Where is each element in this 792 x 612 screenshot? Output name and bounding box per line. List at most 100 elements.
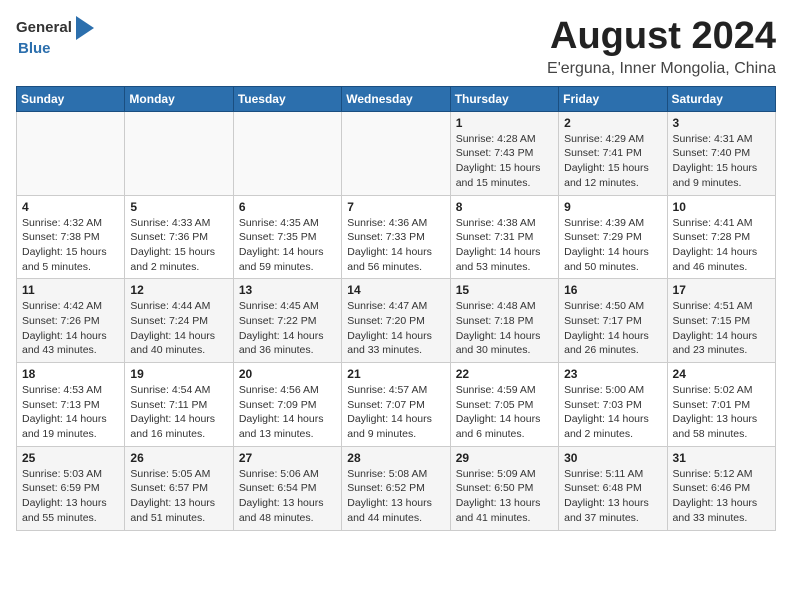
calendar-cell: 22 Sunrise: 4:59 AMSunset: 7:05 PMDayligh…	[450, 363, 558, 447]
calendar-week-row: 11 Sunrise: 4:42 AMSunset: 7:26 PMDayligh…	[17, 279, 776, 363]
day-number: 2	[564, 116, 661, 130]
day-info: Sunrise: 5:00 AMSunset: 7:03 PMDaylight:…	[564, 383, 661, 442]
day-number: 28	[347, 451, 444, 465]
column-header-wednesday: Wednesday	[342, 86, 450, 111]
page-header: General Blue August 2024 E'erguna, Inner…	[16, 16, 776, 78]
calendar-week-row: 25 Sunrise: 5:03 AMSunset: 6:59 PMDayligh…	[17, 446, 776, 530]
logo-arrow-icon	[76, 16, 94, 40]
calendar-cell	[342, 111, 450, 195]
day-number: 14	[347, 283, 444, 297]
calendar-cell: 29 Sunrise: 5:09 AMSunset: 6:50 PMDayligh…	[450, 446, 558, 530]
day-number: 24	[673, 367, 770, 381]
calendar-cell: 5 Sunrise: 4:33 AMSunset: 7:36 PMDaylight…	[125, 195, 233, 279]
day-info: Sunrise: 5:12 AMSunset: 6:46 PMDaylight:…	[673, 467, 770, 526]
day-info: Sunrise: 4:28 AMSunset: 7:43 PMDaylight:…	[456, 132, 553, 191]
day-number: 18	[22, 367, 119, 381]
day-number: 23	[564, 367, 661, 381]
calendar-cell: 12 Sunrise: 4:44 AMSunset: 7:24 PMDayligh…	[125, 279, 233, 363]
calendar-cell: 27Sunrise: 5:06 AMSunset: 6:54 PMDayligh…	[233, 446, 341, 530]
column-header-friday: Friday	[559, 86, 667, 111]
day-number: 20	[239, 367, 336, 381]
calendar-cell: 8Sunrise: 4:38 AMSunset: 7:31 PMDaylight…	[450, 195, 558, 279]
column-header-monday: Monday	[125, 86, 233, 111]
logo-general-text: General	[16, 19, 72, 37]
calendar-cell: 4 Sunrise: 4:32 AMSunset: 7:38 PMDaylight…	[17, 195, 125, 279]
day-info: Sunrise: 4:53 AMSunset: 7:13 PMDaylight:…	[22, 383, 119, 442]
day-number: 8	[456, 200, 553, 214]
calendar-header-row: SundayMondayTuesdayWednesdayThursdayFrid…	[17, 86, 776, 111]
day-info: Sunrise: 5:06 AMSunset: 6:54 PMDaylight:…	[239, 467, 336, 526]
day-info: Sunrise: 4:54 AMSunset: 7:11 PMDaylight:…	[130, 383, 227, 442]
calendar-cell: 23 Sunrise: 5:00 AMSunset: 7:03 PMDayligh…	[559, 363, 667, 447]
calendar-cell: 18 Sunrise: 4:53 AMSunset: 7:13 PMDayligh…	[17, 363, 125, 447]
calendar-cell: 10 Sunrise: 4:41 AMSunset: 7:28 PMDayligh…	[667, 195, 775, 279]
calendar-cell: 19 Sunrise: 4:54 AMSunset: 7:11 PMDayligh…	[125, 363, 233, 447]
day-number: 25	[22, 451, 119, 465]
day-info: Sunrise: 4:56 AMSunset: 7:09 PMDaylight:…	[239, 383, 336, 442]
day-number: 22	[456, 367, 553, 381]
calendar-cell: 6 Sunrise: 4:35 AMSunset: 7:35 PMDaylight…	[233, 195, 341, 279]
calendar-cell: 9 Sunrise: 4:39 AMSunset: 7:29 PMDaylight…	[559, 195, 667, 279]
day-info: Sunrise: 4:47 AMSunset: 7:20 PMDaylight:…	[347, 299, 444, 358]
day-info: Sunrise: 4:41 AMSunset: 7:28 PMDaylight:…	[673, 216, 770, 275]
day-info: Sunrise: 4:31 AMSunset: 7:40 PMDaylight:…	[673, 132, 770, 191]
day-info: Sunrise: 4:50 AMSunset: 7:17 PMDaylight:…	[564, 299, 661, 358]
day-number: 31	[673, 451, 770, 465]
day-info: Sunrise: 4:44 AMSunset: 7:24 PMDaylight:…	[130, 299, 227, 358]
calendar-cell: 31 Sunrise: 5:12 AMSunset: 6:46 PMDayligh…	[667, 446, 775, 530]
day-number: 30	[564, 451, 661, 465]
calendar-subtitle: E'erguna, Inner Mongolia, China	[547, 60, 776, 78]
calendar-cell: 30Sunrise: 5:11 AMSunset: 6:48 PMDayligh…	[559, 446, 667, 530]
calendar-cell: 14 Sunrise: 4:47 AMSunset: 7:20 PMDayligh…	[342, 279, 450, 363]
day-number: 19	[130, 367, 227, 381]
logo: General Blue	[16, 16, 94, 58]
day-number: 16	[564, 283, 661, 297]
calendar-cell: 2 Sunrise: 4:29 AMSunset: 7:41 PMDaylight…	[559, 111, 667, 195]
calendar-cell	[125, 111, 233, 195]
calendar-cell: 11 Sunrise: 4:42 AMSunset: 7:26 PMDayligh…	[17, 279, 125, 363]
day-info: Sunrise: 4:36 AMSunset: 7:33 PMDaylight:…	[347, 216, 444, 275]
calendar-week-row: 1Sunrise: 4:28 AMSunset: 7:43 PMDaylight…	[17, 111, 776, 195]
day-info: Sunrise: 4:29 AMSunset: 7:41 PMDaylight:…	[564, 132, 661, 191]
day-info: Sunrise: 4:39 AMSunset: 7:29 PMDaylight:…	[564, 216, 661, 275]
day-number: 9	[564, 200, 661, 214]
calendar-cell: 20 Sunrise: 4:56 AMSunset: 7:09 PMDayligh…	[233, 363, 341, 447]
calendar-cell: 28Sunrise: 5:08 AMSunset: 6:52 PMDayligh…	[342, 446, 450, 530]
calendar-title: August 2024	[547, 16, 776, 58]
day-number: 10	[673, 200, 770, 214]
calendar-table: SundayMondayTuesdayWednesdayThursdayFrid…	[16, 86, 776, 531]
calendar-title-block: August 2024 E'erguna, Inner Mongolia, Ch…	[547, 16, 776, 78]
day-number: 5	[130, 200, 227, 214]
day-info: Sunrise: 4:59 AMSunset: 7:05 PMDaylight:…	[456, 383, 553, 442]
day-number: 12	[130, 283, 227, 297]
calendar-cell	[233, 111, 341, 195]
calendar-cell: 15 Sunrise: 4:48 AMSunset: 7:18 PMDayligh…	[450, 279, 558, 363]
day-number: 6	[239, 200, 336, 214]
calendar-cell: 3 Sunrise: 4:31 AMSunset: 7:40 PMDaylight…	[667, 111, 775, 195]
calendar-cell: 16 Sunrise: 4:50 AMSunset: 7:17 PMDayligh…	[559, 279, 667, 363]
day-number: 4	[22, 200, 119, 214]
column-header-sunday: Sunday	[17, 86, 125, 111]
day-info: Sunrise: 5:09 AMSunset: 6:50 PMDaylight:…	[456, 467, 553, 526]
day-number: 11	[22, 283, 119, 297]
calendar-cell: 1Sunrise: 4:28 AMSunset: 7:43 PMDaylight…	[450, 111, 558, 195]
day-info: Sunrise: 5:03 AMSunset: 6:59 PMDaylight:…	[22, 467, 119, 526]
calendar-cell: 7 Sunrise: 4:36 AMSunset: 7:33 PMDaylight…	[342, 195, 450, 279]
day-number: 13	[239, 283, 336, 297]
calendar-week-row: 4 Sunrise: 4:32 AMSunset: 7:38 PMDaylight…	[17, 195, 776, 279]
day-info: Sunrise: 4:32 AMSunset: 7:38 PMDaylight:…	[22, 216, 119, 275]
day-info: Sunrise: 5:05 AMSunset: 6:57 PMDaylight:…	[130, 467, 227, 526]
day-info: Sunrise: 4:33 AMSunset: 7:36 PMDaylight:…	[130, 216, 227, 275]
logo-blue-text: Blue	[18, 40, 94, 58]
day-number: 17	[673, 283, 770, 297]
calendar-cell: 25 Sunrise: 5:03 AMSunset: 6:59 PMDayligh…	[17, 446, 125, 530]
day-info: Sunrise: 4:35 AMSunset: 7:35 PMDaylight:…	[239, 216, 336, 275]
day-number: 3	[673, 116, 770, 130]
day-number: 7	[347, 200, 444, 214]
column-header-tuesday: Tuesday	[233, 86, 341, 111]
day-info: Sunrise: 4:48 AMSunset: 7:18 PMDaylight:…	[456, 299, 553, 358]
day-info: Sunrise: 4:42 AMSunset: 7:26 PMDaylight:…	[22, 299, 119, 358]
day-number: 15	[456, 283, 553, 297]
day-info: Sunrise: 4:45 AMSunset: 7:22 PMDaylight:…	[239, 299, 336, 358]
day-number: 29	[456, 451, 553, 465]
